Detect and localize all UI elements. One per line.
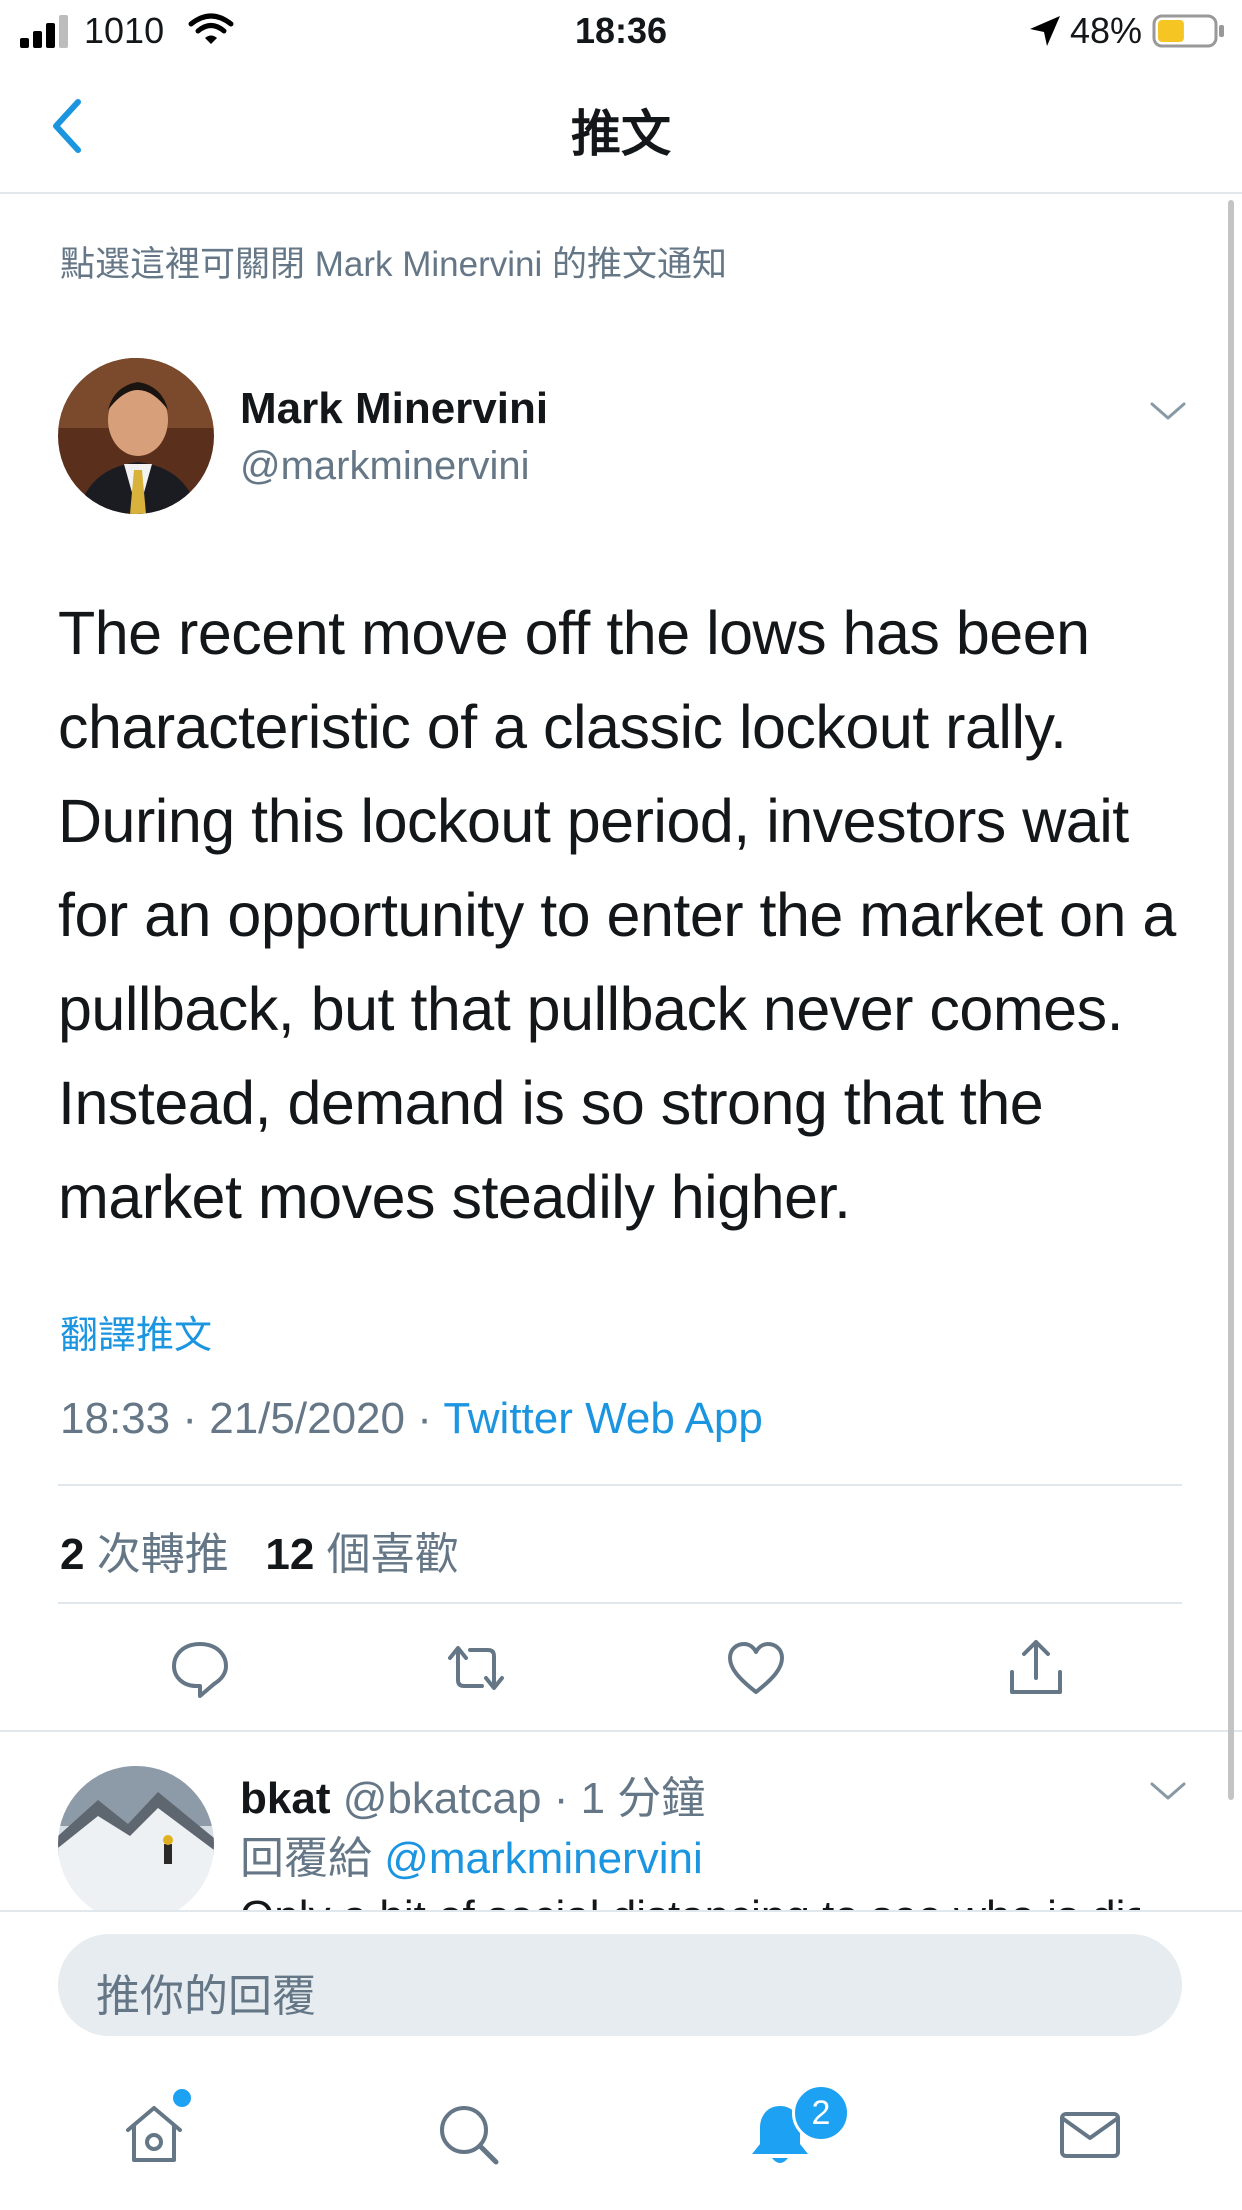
meta-separator: ·: [417, 1394, 432, 1443]
divider: [58, 1602, 1182, 1604]
notifications-badge: 2: [792, 2084, 850, 2142]
reply-icon[interactable]: [168, 1636, 232, 1700]
reply-to-mention[interactable]: @markminervini: [384, 1834, 702, 1883]
home-icon[interactable]: [120, 2100, 188, 2168]
divider: [58, 1484, 1182, 1486]
translate-tweet-link[interactable]: 翻譯推文: [60, 1304, 212, 1359]
like-icon[interactable]: [724, 1636, 788, 1700]
author-handle[interactable]: @markminervini: [240, 444, 530, 489]
tweet-date: 21/5/2020: [209, 1394, 405, 1443]
tweet-text: The recent move off the lows has been ch…: [58, 599, 1176, 1231]
share-icon[interactable]: [1004, 1636, 1068, 1700]
reply-header: bkat @bkatcap · 1 分鐘: [240, 1762, 705, 1826]
page-title: 推文: [571, 106, 671, 162]
battery-icon: [1152, 14, 1224, 48]
reply-text: Only a bit of social distancing to see w…: [240, 1892, 1140, 1910]
reply-to-label: 回覆給: [240, 1834, 372, 1883]
reply-avatar-image: [58, 1766, 214, 1922]
notification-toggle-link[interactable]: 點選這裡可關閉 Mark Minervini 的推文通知: [60, 236, 727, 287]
retweets-count-link[interactable]: 2 次轉推: [60, 1530, 229, 1579]
chevron-down-icon[interactable]: [1148, 1776, 1188, 1806]
author-avatar[interactable]: [58, 358, 214, 514]
scrollbar[interactable]: [1228, 200, 1234, 1800]
retweet-icon[interactable]: [444, 1636, 508, 1700]
divider: [0, 1730, 1242, 1732]
meta-separator: ·: [182, 1394, 197, 1443]
nav-bar: 推文: [0, 62, 1242, 194]
engagement-counts: 2 次轉推 12 個喜歡: [60, 1518, 459, 1582]
chevron-down-icon[interactable]: [1148, 396, 1188, 426]
battery-percentage: 48%: [1070, 10, 1143, 51]
author-name[interactable]: Mark Minervini: [240, 384, 548, 434]
retweets-count: 2: [60, 1530, 85, 1579]
retweets-label: 次轉推: [96, 1530, 229, 1579]
location-arrow-icon: [1030, 16, 1060, 46]
tweet-time: 18:33: [60, 1394, 171, 1443]
reply-author-name[interactable]: bkat: [240, 1774, 330, 1823]
reply-to-line: 回覆給 @markminervini: [240, 1822, 703, 1886]
messages-icon[interactable]: [1056, 2100, 1124, 2168]
reply-author-handle[interactable]: @bkatcap: [343, 1774, 542, 1823]
reply-input-placeholder: 推你的回覆: [96, 1972, 316, 2021]
search-icon[interactable]: [434, 2100, 502, 2168]
tweet-meta: 18:33 · 21/5/2020 · Twitter Web App: [60, 1394, 763, 1444]
tweet-source-link[interactable]: Twitter Web App: [443, 1394, 763, 1443]
likes-label: 個喜歡: [326, 1530, 459, 1579]
author-avatar-image: [58, 358, 214, 514]
home-new-indicator: [170, 2086, 194, 2110]
reply-author-avatar[interactable]: [58, 1766, 214, 1922]
likes-count: 12: [265, 1530, 315, 1579]
likes-count-link[interactable]: 12 個喜歡: [265, 1530, 458, 1579]
reply-time: · 1 分鐘: [553, 1774, 706, 1823]
status-bar: 1010 18:36 48%: [0, 0, 1242, 62]
